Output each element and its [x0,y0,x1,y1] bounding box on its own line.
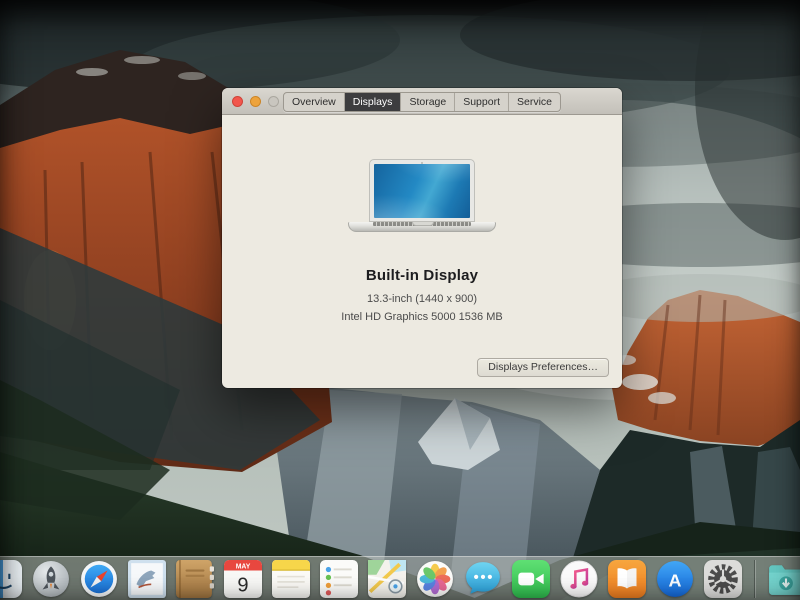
display-title: Built-in Display [365,267,479,284]
dock-separator [754,560,755,598]
dock-messages-icon[interactable] [464,560,502,598]
dock-appstore-icon[interactable]: A [656,560,694,598]
dock-calendar-icon[interactable]: MAY 9 [224,560,262,598]
dock-downloads-icon[interactable] [767,560,800,598]
svg-text:9: 9 [237,575,248,597]
tab-bar: Overview Displays Storage Support Service [282,92,562,112]
displays-preferences-button[interactable]: Displays Preferences… [477,358,609,377]
dock-reminders-icon[interactable] [320,560,358,598]
dock-notes-icon[interactable] [272,560,310,598]
dock-launchpad-icon[interactable] [32,560,70,598]
window-content: Built-in Display 13.3-inch (1440 x 900) … [222,115,622,389]
dock-facetime-icon[interactable] [512,560,550,598]
close-button-icon[interactable] [232,96,243,107]
dock-prefs-icon[interactable] [704,560,742,598]
zoom-button-icon [268,96,279,107]
tab-support[interactable]: Support [455,93,509,111]
dock-mail-icon[interactable] [128,560,166,598]
svg-text:A: A [669,570,682,590]
dock-finder-icon[interactable] [0,560,22,598]
traffic-lights [232,96,279,107]
svg-text:MAY: MAY [236,563,251,570]
macbook-screen [369,159,475,222]
dock-itunes-icon[interactable] [560,560,598,598]
display-graphics: Intel HD Graphics 5000 1536 MB [341,311,503,323]
dock: MAY 9 A [0,556,800,600]
dock-ibooks-icon[interactable] [608,560,646,598]
dock-safari-icon[interactable] [80,560,118,598]
window-titlebar[interactable]: Overview Displays Storage Support Service [222,88,622,115]
macbook-base [348,222,496,232]
tab-displays[interactable]: Displays [344,93,402,111]
macbook-display-wallpaper [374,164,470,218]
dock-photos-icon[interactable] [416,560,454,598]
macbook-air-image [348,159,496,232]
minimize-button-icon[interactable] [250,96,261,107]
display-resolution: 13.3-inch (1440 x 900) [366,293,478,305]
tab-storage[interactable]: Storage [401,93,456,111]
tab-overview[interactable]: Overview [284,93,345,111]
about-this-mac-window: Overview Displays Storage Support Service Bu… [222,88,622,388]
dock-maps-icon[interactable] [368,560,406,598]
dock-contacts-icon[interactable] [176,560,214,598]
tab-service[interactable]: Service [509,93,560,111]
